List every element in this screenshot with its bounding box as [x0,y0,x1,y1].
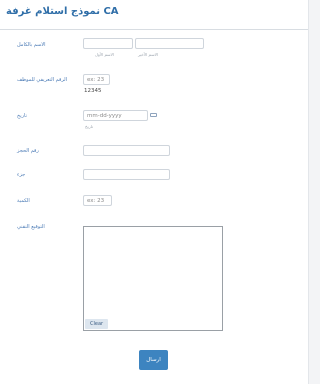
quantity-input[interactable]: ex: 23 [83,195,112,206]
full-name-label: الاسم بالكامل [17,42,46,48]
part-label: جزء [17,172,26,178]
employee-id-example: 12345 [84,88,102,94]
date-sublabel: تاريخ [85,124,93,129]
calendar-icon[interactable] [150,113,157,117]
booking-number-input[interactable] [83,145,170,156]
signature-pad[interactable]: Clear [83,226,223,331]
part-input[interactable] [83,169,170,180]
signature-label: التوقيع النقني [17,224,45,230]
booking-number-label: رقم الحجز [17,148,39,154]
quantity-label: الكمية [17,198,30,204]
date-label: تاريخ [17,113,27,119]
first-name-input[interactable] [83,38,133,49]
form-title: CA نموذج استلام غرفة [6,6,119,17]
form-header: CA نموذج استلام غرفة [0,0,308,30]
employee-id-label: الرقم التعريفي للموظف [17,77,68,83]
clear-signature-button[interactable]: Clear [85,319,109,329]
last-name-sublabel: الاسم الأخير [138,52,158,57]
form-card: CA نموذج استلام غرفة الاسم بالكامل الاسم… [0,0,309,384]
first-name-sublabel: الاسم الأول [95,52,114,57]
submit-button[interactable]: ارسال [139,350,168,370]
employee-id-input[interactable]: ex: 23 [83,74,110,85]
date-input[interactable]: mm-dd-yyyy [83,110,148,121]
last-name-input[interactable] [135,38,204,49]
